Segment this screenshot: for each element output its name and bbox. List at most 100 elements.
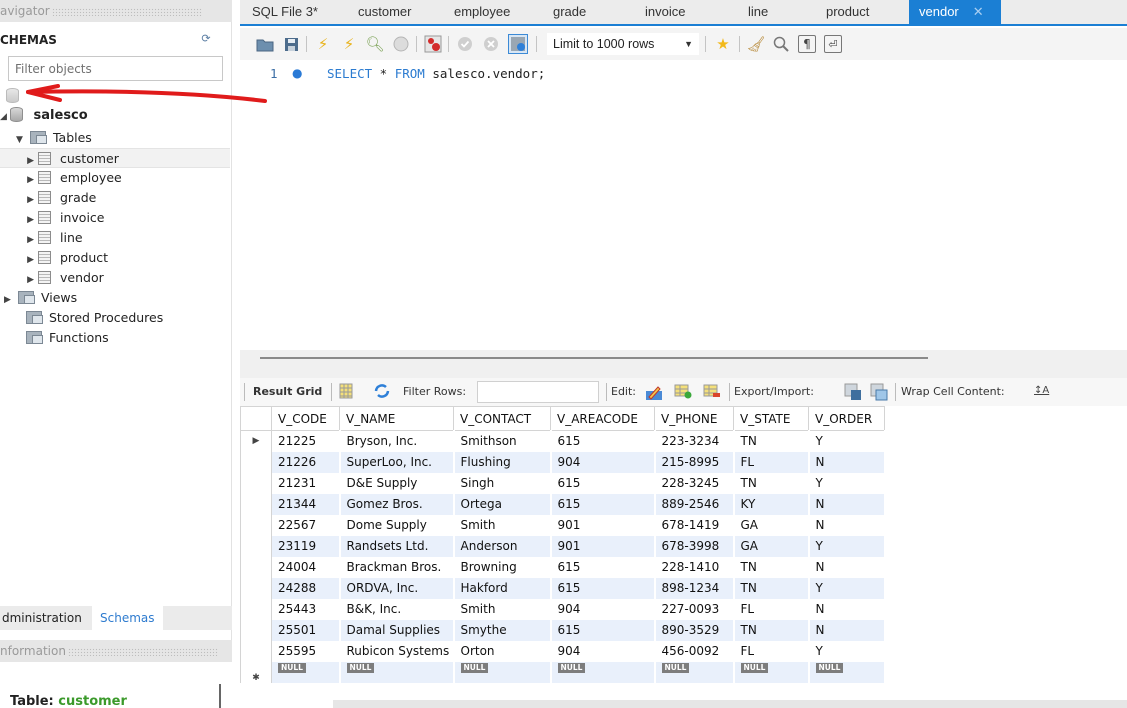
- grid-cell[interactable]: Damal Supplies: [339, 619, 455, 641]
- grid-cell[interactable]: Orton: [453, 640, 552, 662]
- execute-lightning-icon[interactable]: ⚡: [314, 35, 332, 53]
- table-row[interactable]: 24288 ORDVA, Inc. Hakford 615 898-1234 TN Y: [240, 577, 886, 599]
- grid-cell[interactable]: 21344: [271, 493, 341, 515]
- row-selector[interactable]: [240, 514, 272, 536]
- grid-cell[interactable]: 615: [550, 430, 656, 452]
- grid-cell[interactable]: TN: [733, 577, 810, 599]
- save-icon[interactable]: [282, 35, 300, 53]
- row-selector[interactable]: [240, 619, 272, 641]
- grid-cell[interactable]: N: [808, 556, 886, 578]
- info-scrollbar[interactable]: [219, 684, 221, 708]
- table-row[interactable]: 25443 B&K, Inc. Smith 904 227-0093 FL N: [240, 598, 886, 620]
- grid-cell[interactable]: Smithson: [453, 430, 552, 452]
- grid-cell[interactable]: Hakford: [453, 577, 552, 599]
- row-selector[interactable]: [240, 451, 272, 473]
- grid-cell-null[interactable]: NULL: [550, 661, 656, 683]
- grid-cell[interactable]: 21231: [271, 472, 341, 494]
- tab-employee[interactable]: employee: [454, 0, 510, 24]
- grid-cell[interactable]: 890-3529: [654, 619, 735, 641]
- grid-cell[interactable]: Brackman Bros.: [339, 556, 455, 578]
- grid-cell[interactable]: 898-1234: [654, 577, 735, 599]
- row-selector[interactable]: [240, 577, 272, 599]
- import-icon[interactable]: [870, 383, 888, 401]
- grid-cell[interactable]: B&K, Inc.: [339, 598, 455, 620]
- table-row[interactable]: 24004 Brackman Bros. Browning 615 228-1410 TN…: [240, 556, 886, 578]
- grid-cell[interactable]: Randsets Ltd.: [339, 535, 455, 557]
- result-grid-label[interactable]: Result Grid: [253, 385, 322, 398]
- grid-cell[interactable]: 904: [550, 451, 656, 473]
- grid-cell[interactable]: Dome Supply: [339, 514, 455, 536]
- grid-cell[interactable]: 215-8995: [654, 451, 735, 473]
- grid-cell[interactable]: TN: [733, 619, 810, 641]
- grid-cell[interactable]: Ortega: [453, 493, 552, 515]
- grid-cell[interactable]: ORDVA, Inc.: [339, 577, 455, 599]
- collapsed-arrow-icon[interactable]: ▶: [0, 250, 38, 270]
- grid-cell[interactable]: GA: [733, 514, 810, 536]
- editor-result-splitter[interactable]: [240, 350, 1127, 378]
- limit-rows-select[interactable]: Limit to 1000 rows ▼: [547, 33, 699, 55]
- row-selector[interactable]: [240, 493, 272, 515]
- row-selector[interactable]: ✱: [240, 661, 272, 683]
- grid-cell[interactable]: Smith: [453, 514, 552, 536]
- grid-cell[interactable]: 615: [550, 619, 656, 641]
- table-item-customer[interactable]: ▶ customer: [0, 148, 230, 168]
- grid-cell[interactable]: FL: [733, 451, 810, 473]
- grid-cell[interactable]: N: [808, 493, 886, 515]
- grid-cell[interactable]: FL: [733, 640, 810, 662]
- delete-row-icon[interactable]: [703, 383, 721, 401]
- grid-cell[interactable]: FL: [733, 598, 810, 620]
- grid-cell[interactable]: 904: [550, 640, 656, 662]
- grid-cell[interactable]: 901: [550, 514, 656, 536]
- row-selector[interactable]: [240, 472, 272, 494]
- filter-rows-input[interactable]: [477, 381, 599, 403]
- table-row[interactable]: 25595 Rubicon Systems Orton 904 456-0092 FL Y: [240, 640, 886, 662]
- grid-cell[interactable]: 615: [550, 577, 656, 599]
- tab-schemas[interactable]: Schemas: [92, 606, 163, 630]
- table-item-product[interactable]: ▶ product: [0, 248, 108, 268]
- table-item-invoice[interactable]: ▶ invoice: [0, 208, 104, 228]
- grid-cell[interactable]: 889-2546: [654, 493, 735, 515]
- tab-line[interactable]: line: [748, 0, 768, 24]
- autocommit-toggle-icon[interactable]: [508, 34, 528, 54]
- grid-cell[interactable]: Singh: [453, 472, 552, 494]
- filter-objects-input[interactable]: [8, 56, 223, 81]
- expanded-arrow-icon[interactable]: ▼: [16, 130, 26, 150]
- column-header[interactable]: V_PHONE: [654, 406, 734, 431]
- grid-cell[interactable]: 24288: [271, 577, 341, 599]
- grid-cell-null[interactable]: NULL: [654, 661, 735, 683]
- grid-cell[interactable]: Y: [808, 430, 886, 452]
- grid-cell[interactable]: 678-3998: [654, 535, 735, 557]
- close-tab-icon[interactable]: ✕: [973, 4, 984, 19]
- export-icon[interactable]: [844, 383, 862, 401]
- grid-cell[interactable]: Y: [808, 472, 886, 494]
- grid-cell[interactable]: 228-1410: [654, 556, 735, 578]
- horizontal-scrollbar[interactable]: [333, 700, 1127, 708]
- tab-administration[interactable]: dministration: [0, 606, 90, 630]
- tab-product[interactable]: product: [826, 0, 869, 24]
- collapsed-arrow-icon[interactable]: ▶: [0, 190, 38, 210]
- grid-cell[interactable]: 25595: [271, 640, 341, 662]
- grid-cell[interactable]: Gomez Bros.: [339, 493, 455, 515]
- row-selector[interactable]: [240, 556, 272, 578]
- grid-cell[interactable]: 25501: [271, 619, 341, 641]
- collapse-arrow-icon[interactable]: ◢: [0, 107, 10, 127]
- table-item-employee[interactable]: ▶ employee: [0, 168, 122, 188]
- column-header[interactable]: V_AREACODE: [550, 406, 655, 431]
- collapsed-arrow-icon[interactable]: ▶: [0, 230, 38, 250]
- grid-cell[interactable]: D&E Supply: [339, 472, 455, 494]
- collapsed-arrow-icon[interactable]: ▶: [0, 170, 38, 190]
- add-bookmark-star-icon[interactable]: ★: [714, 35, 732, 53]
- grid-cell[interactable]: Rubicon Systems: [339, 640, 455, 662]
- stop-icon[interactable]: [392, 35, 410, 53]
- form-editor-grid-icon[interactable]: [338, 383, 356, 401]
- splitter-handle[interactable]: [260, 357, 928, 359]
- open-folder-icon[interactable]: [256, 35, 274, 53]
- tab-vendor[interactable]: vendor ✕: [909, 0, 1001, 24]
- sql-editor[interactable]: 1 ● SELECT * FROM salesco.vendor;: [240, 60, 1127, 350]
- grid-cell[interactable]: TN: [733, 556, 810, 578]
- tab-customer[interactable]: customer: [358, 0, 411, 24]
- collapsed-arrow-icon[interactable]: ▶: [0, 210, 38, 230]
- rollback-icon[interactable]: [482, 35, 500, 53]
- table-item-line[interactable]: ▶ line: [0, 228, 82, 250]
- tab-grade[interactable]: grade: [553, 0, 586, 24]
